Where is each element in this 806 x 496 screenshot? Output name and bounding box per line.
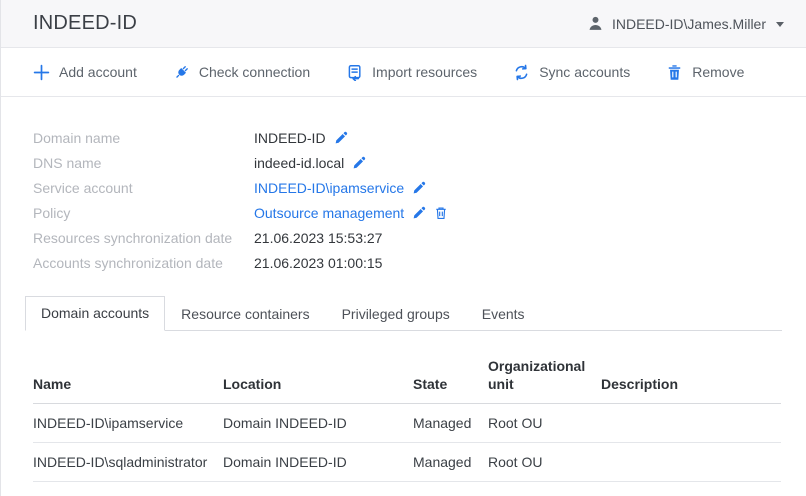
tab-domain-accounts[interactable]: Domain accounts xyxy=(25,296,165,331)
column-header-organizational-unit: Organizational unit xyxy=(488,345,601,404)
table-header-row: Name Location State Organizational unit … xyxy=(33,345,781,404)
detail-row-dns-name: DNS name indeed-id.local xyxy=(33,150,806,175)
sync-accounts-button[interactable]: Sync accounts xyxy=(513,64,630,81)
tab-bar: Domain accounts Resource containers Priv… xyxy=(25,296,782,331)
edit-policy-button[interactable] xyxy=(412,206,426,220)
tab-privileged-groups[interactable]: Privileged groups xyxy=(326,297,466,331)
cell-name: INDEED-ID\sqladministrator xyxy=(33,443,223,482)
field-label: Accounts synchronization date xyxy=(33,255,254,271)
toolbar: Add account Check connection Import reso… xyxy=(1,48,806,97)
dns-name-value: indeed-id.local xyxy=(254,155,344,171)
pencil-icon xyxy=(352,156,366,170)
pencil-icon xyxy=(412,181,426,195)
column-header-location: Location xyxy=(223,345,413,404)
edit-domain-name-button[interactable] xyxy=(334,131,348,145)
cell-name: INDEED-ID\ipamservice xyxy=(33,404,223,443)
detail-row-domain-name: Domain name INDEED-ID xyxy=(33,125,806,150)
detail-row-service-account: Service account INDEED-ID\ipamservice xyxy=(33,175,806,200)
field-label: DNS name xyxy=(33,155,254,171)
remove-policy-button[interactable] xyxy=(434,206,448,220)
resources-sync-date-value: 21.06.2023 15:53:27 xyxy=(254,230,382,246)
cell-state: Managed xyxy=(413,404,488,443)
chevron-down-icon xyxy=(776,22,784,27)
table-row[interactable]: INDEED-ID\ipamservice Domain INDEED-ID M… xyxy=(33,404,781,443)
add-account-button[interactable]: Add account xyxy=(33,64,137,81)
trash-icon xyxy=(434,206,448,220)
field-label: Policy xyxy=(33,205,254,221)
person-icon xyxy=(587,15,604,32)
tab-resource-containers[interactable]: Resource containers xyxy=(165,297,325,331)
detail-row-policy: Policy Outsource management xyxy=(33,200,806,225)
edit-dns-name-button[interactable] xyxy=(352,156,366,170)
cell-organizational-unit: Root OU xyxy=(488,404,601,443)
column-header-state: State xyxy=(413,345,488,404)
toolbar-item-label: Add account xyxy=(59,64,137,80)
user-menu[interactable]: INDEED-ID\James.Miller xyxy=(587,15,784,32)
pencil-icon xyxy=(334,131,348,145)
accounts-sync-date-value: 21.06.2023 01:00:15 xyxy=(254,255,382,271)
table-row[interactable]: INDEED-ID\sqladministrator Domain INDEED… xyxy=(33,443,781,482)
column-header-name: Name xyxy=(33,345,223,404)
cell-organizational-unit: Root OU xyxy=(488,443,601,482)
cell-description xyxy=(601,404,781,443)
domain-details: Domain name INDEED-ID DNS name indeed-id… xyxy=(1,97,806,275)
field-label: Domain name xyxy=(33,130,254,146)
check-connection-button[interactable]: Check connection xyxy=(173,64,310,81)
page-title: INDEED-ID xyxy=(33,12,137,35)
import-resources-button[interactable]: Import resources xyxy=(346,64,477,81)
service-account-link[interactable]: INDEED-ID\ipamservice xyxy=(254,180,404,196)
policy-link[interactable]: Outsource management xyxy=(254,205,404,221)
remove-button[interactable]: Remove xyxy=(666,64,744,81)
cell-state: Managed xyxy=(413,443,488,482)
trash-icon xyxy=(666,64,683,81)
cell-description xyxy=(601,443,781,482)
detail-row-accounts-sync-date: Accounts synchronization date 21.06.2023… xyxy=(33,250,806,275)
cell-location: Domain INDEED-ID xyxy=(223,443,413,482)
toolbar-item-label: Sync accounts xyxy=(539,64,630,80)
page-header: INDEED-ID INDEED-ID\James.Miller xyxy=(1,0,806,48)
pencil-icon xyxy=(412,206,426,220)
toolbar-item-label: Import resources xyxy=(372,64,477,80)
detail-row-resources-sync-date: Resources synchronization date 21.06.202… xyxy=(33,225,806,250)
tab-events[interactable]: Events xyxy=(466,297,541,331)
sync-icon xyxy=(513,64,530,81)
field-label: Service account xyxy=(33,180,254,196)
field-label: Resources synchronization date xyxy=(33,230,254,246)
toolbar-item-label: Remove xyxy=(692,64,744,80)
plug-icon xyxy=(173,64,190,81)
import-icon xyxy=(346,64,363,81)
edit-service-account-button[interactable] xyxy=(412,181,426,195)
plus-icon xyxy=(33,64,50,81)
cell-location: Domain INDEED-ID xyxy=(223,404,413,443)
domain-accounts-table: Name Location State Organizational unit … xyxy=(33,345,781,482)
toolbar-item-label: Check connection xyxy=(199,64,310,80)
domain-name-value: INDEED-ID xyxy=(254,130,326,146)
user-label: INDEED-ID\James.Miller xyxy=(612,16,766,32)
column-header-description: Description xyxy=(601,345,781,404)
